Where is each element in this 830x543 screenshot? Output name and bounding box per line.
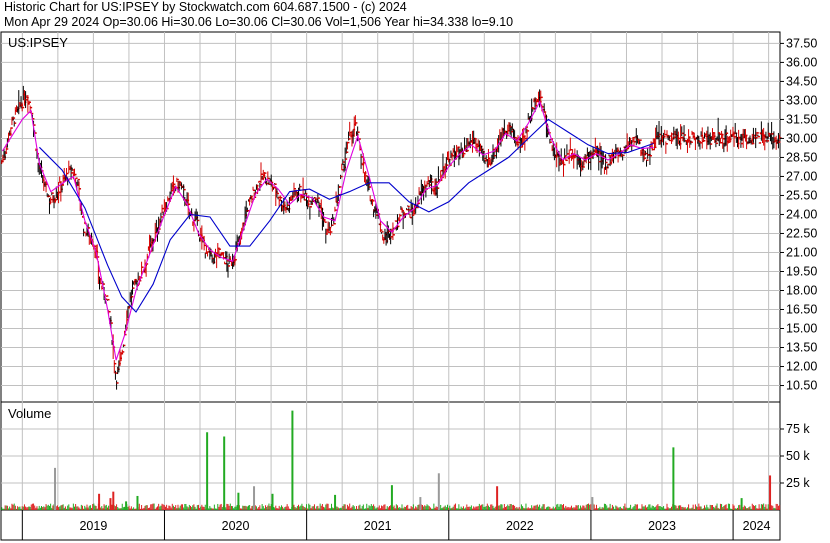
volume-tick-label: 75 k <box>786 422 810 436</box>
x-tick-label: 2021 <box>364 519 392 533</box>
volume-panel-label: Volume <box>8 406 51 421</box>
y-tick-label: 21.00 <box>786 245 817 259</box>
y-tick-label: 13.50 <box>786 341 817 355</box>
volume-tick-label: 50 k <box>786 449 810 463</box>
y-tick-label: 19.50 <box>786 264 817 278</box>
y-tick-label: 30.00 <box>786 131 817 145</box>
price-panel <box>0 31 781 403</box>
y-tick-label: 28.50 <box>786 150 817 164</box>
y-tick-label: 24.00 <box>786 207 817 221</box>
chart-window: Historic Chart for US:IPSEY by Stockwatc… <box>0 0 830 543</box>
y-tick-label: 34.50 <box>786 74 817 88</box>
y-tick-label: 25.50 <box>786 188 817 202</box>
y-tick-label: 27.00 <box>786 169 817 183</box>
x-tick-label: 2020 <box>222 519 250 533</box>
y-tick-label: 22.50 <box>786 226 817 240</box>
y-tick-label: 12.00 <box>786 360 817 374</box>
x-tick-label: 2024 <box>743 519 771 533</box>
price-panel-label: US:IPSEY <box>8 35 68 50</box>
volume-tick-label: 25 k <box>786 476 810 490</box>
y-tick-label: 18.00 <box>786 283 817 297</box>
x-tick-label: 2022 <box>506 519 534 533</box>
y-tick-label: 10.50 <box>786 379 817 393</box>
y-tick-label: 37.50 <box>786 36 817 50</box>
y-tick-label: 36.00 <box>786 55 817 69</box>
x-tick-label: 2023 <box>648 519 676 533</box>
y-tick-label: 16.50 <box>786 303 817 317</box>
y-tick-label: 31.50 <box>786 112 817 126</box>
y-tick-label: 15.00 <box>786 322 817 336</box>
stock-chart: 37.50 36.00 34.50 33.00 31.50 30.00 28.50 27.00… <box>0 31 817 541</box>
x-tick-label: 2019 <box>79 519 107 533</box>
y-tick-label: 33.00 <box>786 93 817 107</box>
